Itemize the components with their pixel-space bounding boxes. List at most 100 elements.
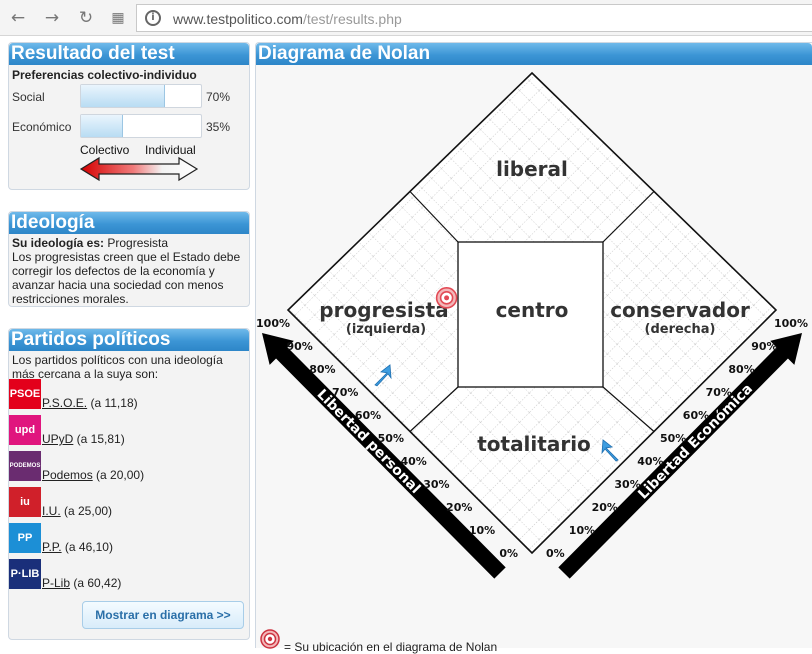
tick-label-economic: 20% xyxy=(592,501,618,514)
bar-label: Económico xyxy=(12,120,72,134)
party-link[interactable]: P.P. xyxy=(42,540,62,554)
party-item: PP P.P. (a 46,10) xyxy=(9,523,249,554)
progress-fill xyxy=(81,115,123,137)
ideology-panel: Ideología Su ideología es: Progresista L… xyxy=(8,211,250,307)
tick-label-personal: 50% xyxy=(378,432,404,445)
info-icon[interactable]: i xyxy=(145,10,161,26)
party-distance: (a 46,10) xyxy=(61,540,113,554)
individual-label: Individual xyxy=(145,143,196,157)
party-text: P.P. (a 46,10) xyxy=(42,540,113,554)
nolan-diagram: liberal centro progresista(izquierda) conse… xyxy=(256,71,808,579)
parties-intro: Los partidos políticos con una ideología… xyxy=(12,353,223,381)
tick-label-personal: 20% xyxy=(446,501,472,514)
tick-label-personal: 80% xyxy=(309,363,335,376)
ideology-value: Progresista xyxy=(107,236,169,250)
party-text: P.S.O.E. (a 11,18) xyxy=(42,396,138,410)
region-progresista: progresista xyxy=(319,298,448,322)
party-distance: (a 60,42) xyxy=(70,576,122,590)
party-logo: P·LIB xyxy=(9,559,41,589)
party-distance: (a 25,00) xyxy=(60,504,113,518)
region-conservador: conservador xyxy=(610,298,750,322)
progress-track xyxy=(80,84,202,108)
party-logo: upd xyxy=(9,415,41,445)
party-item: PSOE P.S.O.E. (a 11,18) xyxy=(9,379,249,410)
party-item: P·LIB P-Lib (a 60,42) xyxy=(9,559,249,590)
party-link[interactable]: UPyD xyxy=(42,432,73,446)
nolan-panel: Diagrama de Nolan liberal centro progresis… xyxy=(255,42,812,654)
party-text: UPyD (a 15,81) xyxy=(42,432,125,446)
party-text: Podemos (a 20,00) xyxy=(42,468,144,482)
region-liberal: liberal xyxy=(496,157,568,181)
tick-label-personal: 90% xyxy=(286,340,312,353)
tick-label-economic: 0% xyxy=(546,547,565,560)
parties-title: Partidos políticos xyxy=(9,329,249,351)
nolan-title: Diagrama de Nolan xyxy=(256,43,812,65)
reload-icon[interactable]: ↻ xyxy=(76,8,96,28)
party-distance: (a 15,81) xyxy=(73,432,125,446)
region-progresista-sub: (izquierda) xyxy=(346,322,426,337)
party-link[interactable]: P-Lib xyxy=(42,576,70,590)
arrow-left-icon[interactable]: ← xyxy=(8,8,28,28)
address-bar[interactable]: i www.testpolitico.com/test/results.php xyxy=(136,4,812,32)
tick-label-economic: 80% xyxy=(728,363,754,376)
tick-label-personal: 10% xyxy=(469,524,495,537)
party-link[interactable]: P.S.O.E. xyxy=(42,396,87,410)
tick-label-personal: 30% xyxy=(423,478,449,491)
social-bar-row: Social 70% xyxy=(12,84,248,108)
tick-label-economic: 40% xyxy=(637,455,663,468)
target-icon xyxy=(260,629,280,649)
party-item: upd UPyD (a 15,81) xyxy=(9,415,249,446)
party-item: iu I.U. (a 25,00) xyxy=(9,487,249,518)
bar-label: Social xyxy=(12,90,45,104)
tick-label-economic: 100% xyxy=(774,317,808,330)
tick-label-personal: 0% xyxy=(499,547,518,560)
party-logo: PP xyxy=(9,523,41,553)
arrow-right-icon[interactable]: → xyxy=(42,8,62,28)
party-text: I.U. (a 25,00) xyxy=(42,504,112,518)
tick-label-personal: 60% xyxy=(355,409,381,422)
party-logo: PSOE xyxy=(9,379,41,409)
party-link[interactable]: Podemos xyxy=(42,468,93,482)
ideology-result: Su ideología es: Progresista xyxy=(12,236,246,250)
result-title: Resultado del test xyxy=(9,43,249,65)
party-item: PODEMOS Podemos (a 20,00) xyxy=(9,451,249,482)
party-distance: (a 20,00) xyxy=(92,468,145,482)
tick-label-economic: 30% xyxy=(614,478,640,491)
double-arrow-icon xyxy=(79,156,199,182)
party-logo: iu xyxy=(9,487,41,517)
ideology-title: Ideología xyxy=(9,212,249,234)
browser-toolbar: ← → ↻ ▦ i www.testpolitico.com/test/resu… xyxy=(0,0,812,36)
result-subtitle: Preferencias colectivo-individuo xyxy=(12,68,197,82)
url-text: www.testpolitico.com/test/results.php xyxy=(173,11,402,27)
tick-label-personal: 100% xyxy=(256,317,290,330)
collective-label: Colectivo xyxy=(80,143,130,157)
apps-grid-icon[interactable]: ▦ xyxy=(108,8,128,28)
target-center xyxy=(444,295,450,301)
tick-label-economic: 10% xyxy=(569,524,595,537)
party-logo: PODEMOS xyxy=(9,451,41,481)
region-centro: centro xyxy=(496,298,569,322)
tick-label-personal: 70% xyxy=(332,386,358,399)
ideology-label: Su ideología es: xyxy=(12,236,105,250)
party-text: P-Lib (a 60,42) xyxy=(42,576,121,590)
party-link[interactable]: I.U. xyxy=(42,504,61,518)
legend-text: = Su ubicación en el diagrama de Nolan xyxy=(284,640,498,654)
region-conservador-sub: (derecha) xyxy=(645,322,716,337)
parties-panel: Partidos políticos Los partidos político… xyxy=(8,328,250,640)
economic-bar-row: Económico 35% xyxy=(12,114,248,138)
region-totalitario: totalitario xyxy=(477,432,591,456)
user-location-marker xyxy=(435,287,458,309)
progress-fill xyxy=(81,85,165,107)
tick-label-economic: 90% xyxy=(751,340,777,353)
tick-label-economic: 50% xyxy=(660,432,686,445)
show-in-diagram-button[interactable]: Mostrar en diagrama >> xyxy=(82,601,244,629)
party-distance: (a 11,18) xyxy=(87,396,138,410)
bar-percentage: 70% xyxy=(206,90,231,104)
tick-label-economic: 60% xyxy=(683,409,709,422)
progress-track xyxy=(80,114,202,138)
tick-label-personal: 40% xyxy=(400,455,426,468)
result-panel: Resultado del test Preferencias colectiv… xyxy=(8,42,250,190)
tick-label-economic: 70% xyxy=(706,386,732,399)
bar-percentage: 35% xyxy=(206,120,231,134)
ideology-description: Los progresistas creen que el Estado deb… xyxy=(12,250,241,306)
